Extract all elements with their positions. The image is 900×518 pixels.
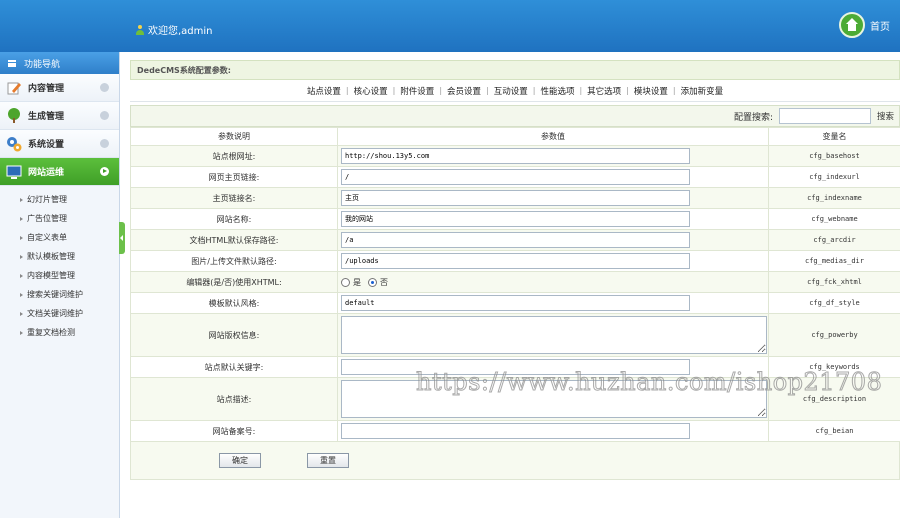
sidebar-item-content[interactable]: 内容管理 <box>0 74 119 102</box>
sidebar-item-label: 系统设置 <box>28 140 65 150</box>
submenu-item[interactable]: 文档关键词维护 <box>0 304 119 323</box>
tab-module[interactable]: 模块设置 <box>629 85 673 97</box>
powerby-textarea[interactable] <box>341 316 767 354</box>
top-bar: 欢迎您,admin 首页 <box>0 0 900 52</box>
table-row: 站点默认关键字: cfg_keywords <box>130 356 900 378</box>
tab-member[interactable]: 会员设置 <box>442 85 486 97</box>
sidebar-item-label: 内容管理 <box>28 84 65 94</box>
table-row: 主页链接名: cfg_indexname <box>130 187 900 209</box>
tab-interaction[interactable]: 互动设置 <box>489 85 533 97</box>
config-search-bar: 配置搜索: 搜索 <box>130 105 900 127</box>
welcome-text: 欢迎您,admin <box>148 26 213 37</box>
sidebar-item-label: 网站运维 <box>28 168 65 178</box>
search-button[interactable]: 搜索 <box>877 110 899 122</box>
table-row: 站点根网址: cfg_basehost <box>130 145 900 167</box>
table-row: 站点描述: cfg_description <box>130 377 900 421</box>
column-header: 参数值 <box>337 127 769 146</box>
main-panel: DedeCMS系统配置参数: 站点设置 | 核心设置 | 附件设置 | 会员设置 | 互… <box>130 60 900 480</box>
radio-yes-label: 是 <box>353 277 361 287</box>
sidebar-item-generate[interactable]: 生成管理 <box>0 102 119 130</box>
tree-icon <box>8 107 20 123</box>
table-header-row: 参数说明 参数值 变量名 <box>130 127 900 146</box>
radio-no[interactable] <box>368 277 377 287</box>
description-textarea[interactable] <box>341 380 767 418</box>
submenu-item[interactable]: 默认模板管理 <box>0 247 119 266</box>
table-row: 网站备案号: cfg_beian <box>130 420 900 442</box>
chevron-right-icon <box>100 83 109 92</box>
sidebar-item-maintenance[interactable]: 网站运维 <box>0 158 119 186</box>
submenu-item[interactable]: 内容模型管理 <box>0 266 119 285</box>
tab-other[interactable]: 其它选项 <box>582 85 626 97</box>
sidebar: 功能导航 内容管理 生成管理 系统设置 网站运维 幻灯片管理 广告位管理 自定义… <box>0 52 120 518</box>
keywords-input[interactable] <box>341 359 690 375</box>
sidebar-header: 功能导航 <box>0 52 119 74</box>
table-row: 网页主页链接: cfg_indexurl <box>130 166 900 188</box>
search-label: 配置搜索: <box>733 112 773 123</box>
reset-button[interactable]: 重置 <box>307 453 349 468</box>
search-input[interactable] <box>779 108 871 124</box>
sidebar-title: 功能导航 <box>24 59 61 70</box>
submenu-item[interactable]: 搜索关键词维护 <box>0 285 119 304</box>
radio-yes[interactable] <box>341 277 350 287</box>
df-style-input[interactable] <box>341 295 690 311</box>
xhtml-radio-group: 是 否 <box>341 277 768 288</box>
medias-dir-input[interactable] <box>341 253 690 269</box>
indexname-input[interactable] <box>341 190 690 206</box>
tab-add-variable[interactable]: 添加新变量 <box>676 85 729 97</box>
sidebar-collapse-handle[interactable] <box>119 222 125 254</box>
pencil-icon <box>7 82 21 94</box>
form-actions: 确定 重置 <box>130 442 900 480</box>
home-icon[interactable] <box>839 12 865 38</box>
submenu-item[interactable]: 自定义表单 <box>0 228 119 247</box>
table-row: 图片/上传文件默认路径: cfg_medias_dir <box>130 250 900 272</box>
config-tabs: 站点设置 | 核心设置 | 附件设置 | 会员设置 | 互动设置 | 性能选项 | 其它选项… <box>130 80 900 102</box>
tab-site[interactable]: 站点设置 <box>302 85 346 97</box>
section-title: DedeCMS系统配置参数: <box>130 60 900 80</box>
chevron-right-icon <box>100 111 109 120</box>
config-table: 参数说明 参数值 变量名 站点根网址: cfg_basehost 网页主页链接:… <box>130 127 900 442</box>
arcdir-input[interactable] <box>341 232 690 248</box>
tab-performance[interactable]: 性能选项 <box>535 85 579 97</box>
sidebar-item-label: 生成管理 <box>28 112 65 122</box>
column-header: 变量名 <box>768 127 900 146</box>
submenu-item[interactable]: 广告位管理 <box>0 209 119 228</box>
radio-no-label: 否 <box>380 277 388 287</box>
table-row: 模板默认风格: cfg_df_style <box>130 292 900 314</box>
beian-input[interactable] <box>341 423 690 439</box>
tab-attachment[interactable]: 附件设置 <box>395 85 439 97</box>
webname-input[interactable] <box>341 211 690 227</box>
indexurl-input[interactable] <box>341 169 690 185</box>
submenu-item[interactable]: 幻灯片管理 <box>0 190 119 209</box>
sidebar-item-settings[interactable]: 系统设置 <box>0 130 119 158</box>
menu-icon <box>8 59 16 67</box>
column-header: 参数说明 <box>130 127 338 146</box>
tab-core[interactable]: 核心设置 <box>349 85 393 97</box>
basehost-input[interactable] <box>341 148 690 164</box>
table-row: 文档HTML默认保存路径: cfg_arcdir <box>130 229 900 251</box>
monitor-icon <box>6 165 22 179</box>
submenu: 幻灯片管理 广告位管理 自定义表单 默认模板管理 内容模型管理 搜索关键词维护 … <box>0 186 119 342</box>
gears-icon <box>7 136 22 151</box>
table-row: 网站名称: cfg_webname <box>130 208 900 230</box>
table-row: 编辑器(是/否)使用XHTML: 是 否 cfg_fck_xhtml <box>130 271 900 293</box>
home-link[interactable]: 首页 <box>839 12 890 38</box>
user-icon <box>136 24 144 35</box>
submenu-item[interactable]: 重复文档检测 <box>0 323 119 342</box>
home-label[interactable]: 首页 <box>870 18 890 33</box>
chevron-right-icon <box>100 167 109 176</box>
table-row: 网站版权信息: cfg_powerby <box>130 313 900 357</box>
welcome-message: 欢迎您,admin <box>136 22 213 37</box>
chevron-right-icon <box>100 139 109 148</box>
ok-button[interactable]: 确定 <box>219 453 261 468</box>
